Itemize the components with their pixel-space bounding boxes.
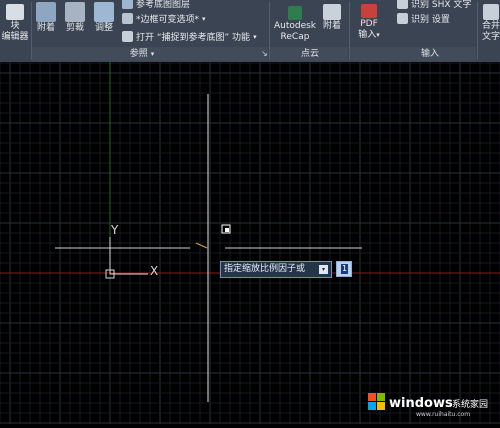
dialog-launcher-icon[interactable]: ↘ [261, 49, 268, 58]
snap-label: 打开 “捕捉到参考底图” 功能 [136, 33, 251, 43]
watermark-url: www.ruihaitu.com [416, 411, 470, 418]
grid [0, 62, 500, 424]
reference-attach-button[interactable]: 附着 [33, 0, 59, 34]
watermark-graphic: windows 系统家园 www.ruihaitu.com [368, 393, 488, 418]
pdf-label-2-row: 输入▾ [353, 30, 385, 41]
merge-text-button[interactable]: 合并 文字 [479, 0, 500, 43]
recognize-settings-icon [397, 13, 408, 24]
recognize-shx-icon [397, 0, 408, 9]
reference-title-text: 参照 [129, 49, 148, 59]
reference-attach-label: 附着 [36, 23, 55, 33]
block-editor-icon [6, 4, 24, 20]
recap-label-1: Autodesk [273, 21, 317, 31]
recognize-shx-button[interactable]: 识别 SHX 文字 [397, 0, 471, 10]
watermark: windows 系统家园 www.ruihaitu.com [366, 388, 496, 418]
ribbon: 块 编辑器 附着 剪裁 调整 参考底图图层 *边框可变选项* ▾ 打开 “捕捉到… [0, 0, 500, 62]
block-editor-label-2: 编辑器 [1, 32, 29, 42]
watermark-brand: windows [389, 396, 453, 411]
clip-label: 剪裁 [65, 23, 84, 33]
block-editor-label-1: 块 [10, 21, 20, 31]
underlay-layers-label: 参考底图图层 [136, 0, 191, 10]
input-value: 1 [341, 264, 348, 274]
ucs-y-label: Y [110, 223, 119, 237]
crosshair-cursor [195, 94, 231, 402]
snap-to-underlay-dropdown[interactable]: 打开 “捕捉到参考底图” 功能 ▾ [122, 30, 257, 43]
pointcloud-attach-button[interactable]: 附着 [320, 0, 344, 32]
watermark-suffix: 系统家园 [452, 398, 488, 410]
underlay-layers-button[interactable]: 参考底图图层 [122, 0, 190, 10]
chevron-down-icon: ▾ [376, 31, 380, 39]
pointcloud-attach-label: 附着 [322, 21, 341, 31]
options-dropdown-icon[interactable]: ▾ [319, 265, 328, 274]
merge-text-label-2: 文字 [481, 32, 500, 42]
recognize-settings-label: 识别 设置 [411, 15, 450, 25]
canvas-graphics: Y X [0, 62, 500, 424]
chevron-down-icon: ▾ [150, 50, 155, 58]
recap-button[interactable]: Autodesk ReCap [272, 0, 318, 43]
frames-dropdown[interactable]: *边框可变选项* ▾ [122, 12, 206, 25]
reference-panel-title[interactable]: 参照 ▾ [120, 48, 164, 60]
recap-icon [288, 6, 302, 20]
frames-icon [122, 13, 133, 24]
pdf-label-2: 输入 [358, 30, 377, 40]
pdf-import-button[interactable]: PDF 输入▾ [353, 0, 385, 41]
recap-label-2: ReCap [280, 32, 310, 42]
snap-icon [122, 31, 133, 42]
dynamic-input-prompt: 指定缩放比例因子或 ▾ [220, 261, 332, 278]
scale-factor-input[interactable]: 1 [336, 261, 352, 277]
frames-label: *边框可变选项* [136, 15, 200, 25]
panel-separator [477, 2, 478, 60]
recognize-settings-button[interactable]: 识别 设置 [397, 12, 450, 25]
pointcloud-attach-icon [323, 4, 341, 20]
ucs-x-label: X [150, 264, 158, 278]
prompt-text: 指定缩放比例因子或 [224, 264, 306, 274]
attach-icon [36, 2, 56, 22]
import-panel-title: 输入 [420, 49, 439, 59]
pointcloud-panel-title: 点云 [300, 49, 319, 59]
clip-icon [65, 2, 85, 22]
pdf-label-1: PDF [360, 19, 378, 29]
chevron-down-icon: ▾ [202, 14, 206, 23]
merge-text-label-1: 合并 [481, 21, 500, 31]
windows-logo-icon [368, 393, 385, 410]
adjust-label: 调整 [94, 23, 113, 33]
block-editor-button[interactable]: 块 编辑器 [0, 0, 30, 43]
pdf-icon [361, 4, 377, 18]
chevron-down-icon: ▾ [253, 32, 257, 41]
recognize-shx-label: 识别 SHX 文字 [411, 0, 472, 10]
clip-button[interactable]: 剪裁 [62, 0, 88, 34]
merge-text-icon [483, 4, 499, 20]
drawing-canvas[interactable]: Y X [0, 62, 500, 424]
adjust-icon [94, 2, 114, 22]
adjust-button[interactable]: 调整 [91, 0, 117, 34]
underlay-layers-icon [122, 0, 133, 9]
